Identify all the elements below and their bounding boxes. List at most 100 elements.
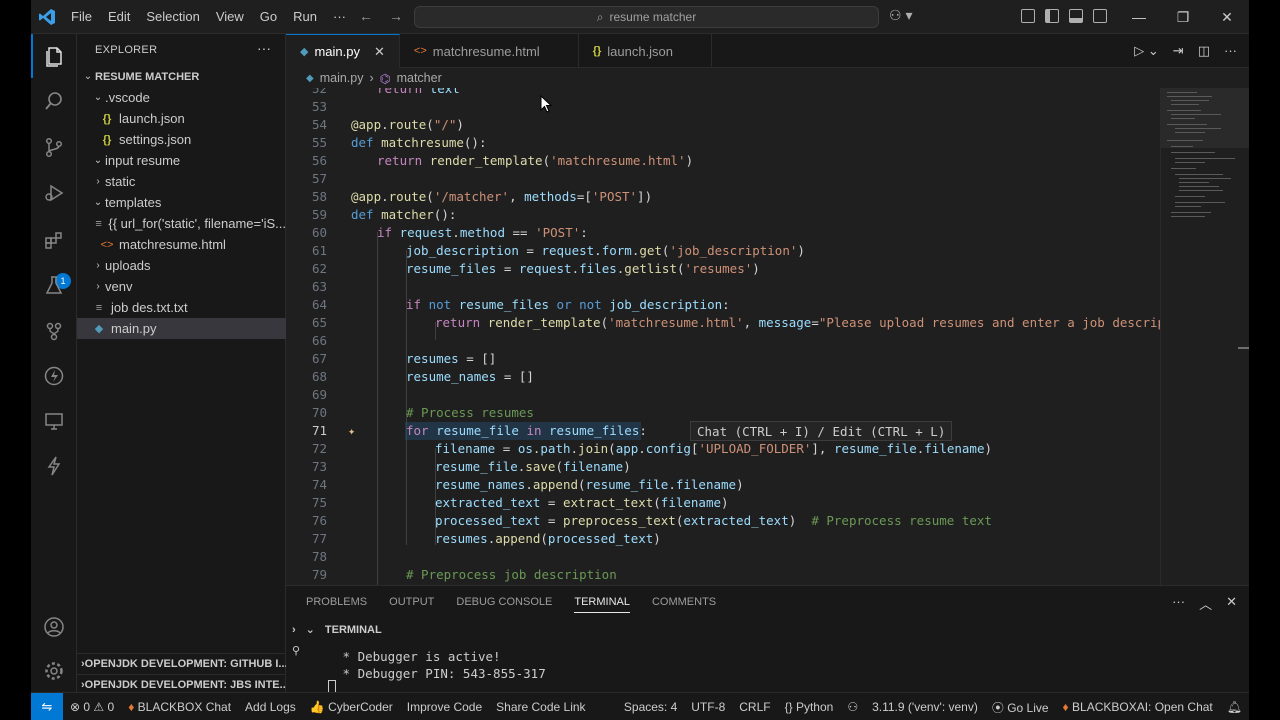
add-logs-status[interactable]: Add Logs bbox=[238, 700, 303, 714]
scrollbar-indicator bbox=[1238, 347, 1249, 349]
bolt-extension-icon[interactable] bbox=[31, 444, 77, 488]
explorer-icon[interactable] bbox=[31, 34, 77, 78]
forward-arrow-icon[interactable]: → bbox=[389, 8, 403, 24]
eol-status[interactable]: CRLF bbox=[732, 700, 777, 714]
tab-terminal[interactable]: TERMINAL bbox=[574, 596, 630, 613]
tree-item-templates[interactable]: ⌄ templates bbox=[77, 192, 286, 213]
go-live-status[interactable]: ⦿ Go Live bbox=[985, 699, 1056, 716]
tree-item-uploads[interactable]: › uploads bbox=[77, 255, 286, 276]
tree-item-job-des-txt[interactable]: ≡ job des.txt.txt bbox=[77, 297, 286, 318]
tab-matchresume-html[interactable]: <> matchresume.html bbox=[400, 34, 579, 68]
chevron-right-icon: › bbox=[369, 71, 374, 85]
search-view-icon[interactable] bbox=[31, 79, 77, 123]
minimap[interactable] bbox=[1160, 88, 1249, 585]
tab-launch-json[interactable]: {} launch.json bbox=[579, 34, 713, 68]
remote-indicator-icon[interactable]: ⇋ bbox=[31, 692, 63, 720]
code-line: 64 if not resume_files or not job_descrip… bbox=[286, 295, 1160, 313]
close-window-icon[interactable]: ✕ bbox=[1205, 0, 1249, 34]
remote-explorer-icon[interactable] bbox=[31, 399, 77, 443]
maximize-panel-icon[interactable]: ︿ bbox=[1199, 594, 1212, 613]
minimize-icon[interactable]: — bbox=[1117, 0, 1161, 34]
menu-edit[interactable]: Edit bbox=[100, 9, 138, 24]
indentation-status[interactable]: Spaces: 4 bbox=[617, 700, 684, 714]
open-changes-icon[interactable]: ⇥ bbox=[1173, 43, 1184, 59]
testing-icon[interactable] bbox=[31, 263, 77, 307]
openjdk-github-section[interactable]: › OPENJDK DEVELOPMENT: GITHUB I... bbox=[77, 653, 286, 674]
manage-gear-icon[interactable] bbox=[31, 649, 77, 693]
more-actions-icon[interactable]: ··· bbox=[1224, 43, 1237, 59]
line-number: 52 bbox=[311, 88, 327, 96]
source-control-icon[interactable] bbox=[31, 125, 77, 169]
breadcrumb-symbol[interactable]: matcher bbox=[397, 71, 442, 85]
code-line: 57 bbox=[286, 169, 1160, 187]
menu-run[interactable]: Run bbox=[285, 9, 325, 24]
chevron-right-icon[interactable]: › bbox=[292, 624, 296, 636]
improve-code-status[interactable]: Improve Code bbox=[400, 700, 489, 714]
menu-go[interactable]: Go bbox=[252, 9, 285, 24]
code-editor[interactable]: 52 return text 53 54 @app.route("/") 55 def… bbox=[286, 88, 1160, 585]
lightning-icon[interactable] bbox=[31, 354, 77, 398]
blackbox-chat-status[interactable]: ♦ BLACKBOX Chat bbox=[121, 700, 238, 714]
tree-item-settings-json[interactable]: {} settings.json bbox=[77, 129, 286, 150]
command-center-search[interactable]: ⌕ resume matcher bbox=[414, 6, 879, 28]
share-code-link-status[interactable]: Share Code Link bbox=[489, 700, 592, 714]
tree-item-venv[interactable]: › venv bbox=[77, 276, 286, 297]
tab-problems[interactable]: PROBLEMS bbox=[306, 596, 367, 613]
git-graph-icon[interactable] bbox=[31, 309, 77, 353]
restore-icon[interactable]: ❐ bbox=[1161, 0, 1205, 34]
run-python-file-icon[interactable]: ▷ ⌄ bbox=[1134, 43, 1159, 59]
chevron-down-icon[interactable]: ⌄ bbox=[306, 623, 315, 636]
blackboxai-status[interactable]: ♦ BLACKBOXAI: Open Chat bbox=[1056, 700, 1220, 714]
customize-layout-icon[interactable] bbox=[1021, 9, 1035, 23]
copilot-icon[interactable]: ⚇ ▾ bbox=[889, 7, 912, 24]
tab-output[interactable]: OUTPUT bbox=[389, 596, 434, 613]
tab-main-py[interactable]: ◆ main.py ✕ bbox=[286, 34, 400, 68]
toggle-primary-sidebar-icon[interactable] bbox=[1045, 9, 1059, 23]
tree-item-url-for-file[interactable]: ≡ {{ url_for('static', filename='iS... bbox=[77, 213, 286, 234]
menu-more[interactable]: ··· bbox=[325, 9, 354, 24]
more-actions-icon[interactable]: ··· bbox=[257, 40, 271, 56]
line-number: 66 bbox=[311, 332, 327, 348]
tree-item-main-py[interactable]: ◆ main.py bbox=[77, 318, 286, 339]
accounts-icon[interactable] bbox=[31, 605, 77, 649]
notifications-bell-icon[interactable]: 🔔︎ bbox=[1220, 700, 1249, 714]
inline-chat-hint: Chat (CTRL + I) / Edit (CTRL + L) bbox=[690, 421, 953, 441]
json-icon: {} bbox=[102, 112, 112, 125]
split-editor-icon[interactable]: ◫ bbox=[1198, 43, 1210, 59]
toggle-panel-icon[interactable] bbox=[1069, 9, 1083, 23]
problems-status[interactable]: ⊗ 0 ⚠ 0 bbox=[63, 700, 121, 714]
menu-file[interactable]: File bbox=[63, 9, 100, 24]
panel-tabs: PROBLEMS OUTPUT DEBUG CONSOLE TERMINAL C… bbox=[306, 596, 716, 613]
cybercoder-status[interactable]: 👍 CyberCoder bbox=[303, 700, 400, 714]
menu-selection[interactable]: Selection bbox=[138, 9, 207, 24]
breadcrumb-file[interactable]: main.py bbox=[320, 71, 364, 85]
thumbs-up-icon: 👍 bbox=[309, 699, 325, 714]
tab-debug-console[interactable]: DEBUG CONSOLE bbox=[456, 596, 552, 613]
sparkle-icon[interactable]: ✦ bbox=[348, 424, 355, 438]
debug-pin-icon[interactable]: ⚲ bbox=[292, 644, 300, 657]
tree-item-input-resume[interactable]: ⌄ input resume bbox=[77, 150, 286, 171]
language-status[interactable]: {} Python bbox=[778, 700, 841, 714]
encoding-status[interactable]: UTF-8 bbox=[684, 700, 732, 714]
tree-item-static[interactable]: › static bbox=[77, 171, 286, 192]
menu-view[interactable]: View bbox=[208, 9, 252, 24]
chevron-right-icon: › bbox=[96, 176, 100, 187]
close-tab-icon[interactable]: ✕ bbox=[374, 44, 385, 60]
tree-item-launch-json[interactable]: {} launch.json bbox=[77, 108, 286, 129]
back-arrow-icon[interactable]: ← bbox=[359, 8, 373, 24]
run-debug-icon[interactable] bbox=[31, 171, 77, 215]
close-panel-icon[interactable]: ✕ bbox=[1226, 594, 1237, 613]
bottom-panel: PROBLEMS OUTPUT DEBUG CONSOLE TERMINAL C… bbox=[286, 585, 1249, 694]
toggle-secondary-sidebar-icon[interactable] bbox=[1093, 9, 1107, 23]
tree-item-matchresume-html[interactable]: <> matchresume.html bbox=[77, 234, 286, 255]
extensions-icon[interactable] bbox=[31, 219, 77, 263]
copilot-status-icon[interactable]: ⚇ bbox=[840, 700, 865, 714]
tree-item-vscode[interactable]: ⌄ .vscode bbox=[77, 87, 286, 108]
line-number: 64 bbox=[311, 296, 327, 312]
tab-comments[interactable]: COMMENTS bbox=[652, 596, 716, 613]
explorer-root-folder[interactable]: ⌄ RESUME MATCHER bbox=[77, 66, 286, 87]
blackbox-label: BLACKBOXAI: Open Chat bbox=[1072, 700, 1213, 714]
more-actions-icon[interactable]: ··· bbox=[1172, 594, 1185, 613]
interpreter-status[interactable]: 3.11.9 ('venv': venv) bbox=[865, 700, 985, 714]
code-line: 79 # Preprocess job description bbox=[286, 565, 1160, 583]
